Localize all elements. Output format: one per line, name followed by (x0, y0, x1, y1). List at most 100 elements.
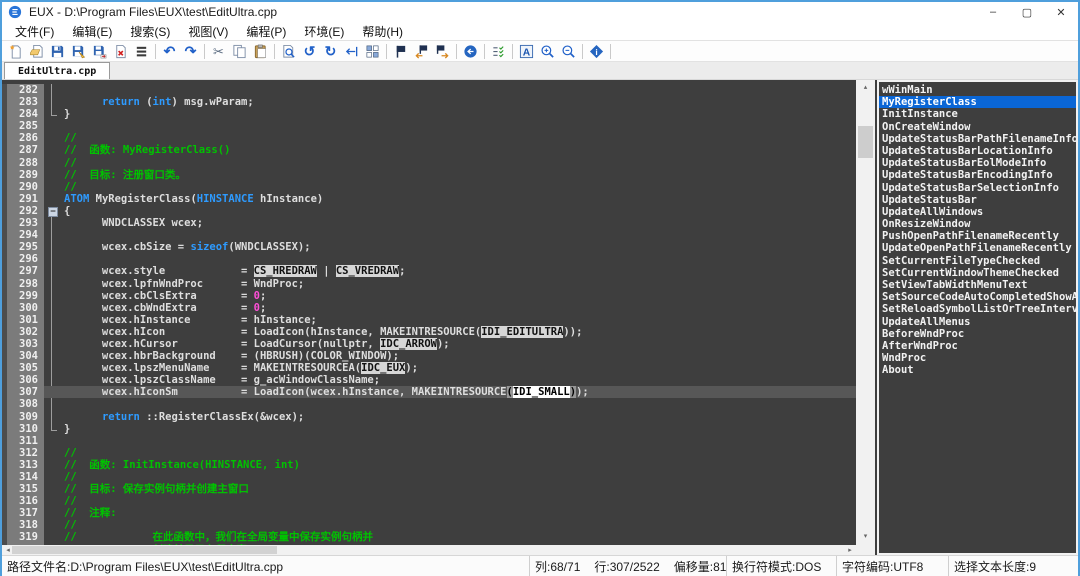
code-line[interactable]: 283 return (int) msg.wParam; (2, 96, 856, 108)
code-line[interactable]: 310} (2, 423, 856, 435)
code-line[interactable]: 317// 注释: (2, 507, 856, 519)
horizontal-scroll-thumb[interactable] (12, 546, 277, 554)
function-list-item[interactable]: wWinMain (879, 84, 1076, 96)
menu-view[interactable]: 视图(V) (179, 22, 237, 40)
code-line[interactable]: 289// 目标: 注册窗口类。 (2, 169, 856, 181)
code-line[interactable]: 303 wcex.hCursor = LoadCursor(nullptr, I… (2, 338, 856, 350)
view-line-endings-button[interactable] (488, 41, 509, 61)
navigate-back-button[interactable] (460, 41, 481, 61)
function-list-item[interactable]: UpdateStatusBarEolModeInfo (879, 157, 1076, 169)
code-line[interactable]: 295 wcex.cbSize = sizeof(WNDCLASSEX); (2, 241, 856, 253)
function-list-item[interactable]: WndProc (879, 352, 1076, 364)
code-line[interactable]: 292{ (2, 205, 856, 217)
code-line[interactable]: 306 wcex.lpszClassName = g_acWindowClass… (2, 374, 856, 386)
undo-button[interactable]: ↶ (159, 41, 180, 61)
function-list-item[interactable]: AfterWndProc (879, 340, 1076, 352)
function-list-item[interactable]: PushOpenPathFilenameRecently (879, 230, 1076, 242)
function-list-item[interactable]: MyRegisterClass (879, 96, 1076, 108)
fold-marker[interactable] (44, 205, 60, 217)
scroll-right-arrow[interactable]: ▸ (844, 545, 856, 555)
function-list-item[interactable]: UpdateStatusBarLocationInfo (879, 145, 1076, 157)
function-list-item[interactable]: SetCurrentFileTypeChecked (879, 255, 1076, 267)
function-list-item[interactable]: OnCreateWindow (879, 121, 1076, 133)
replace-button[interactable] (362, 41, 383, 61)
maximize-button[interactable]: ▢ (1010, 2, 1044, 22)
code-line[interactable]: 312// (2, 447, 856, 459)
go-to-line-button[interactable] (341, 41, 362, 61)
close-file-button[interactable] (110, 41, 131, 61)
cut-button[interactable]: ✂ (208, 41, 229, 61)
syntax-highlighting-button[interactable]: A (516, 41, 537, 61)
zoom-out-button[interactable] (558, 41, 579, 61)
code-area[interactable]: 282283 return (int) msg.wParam;284}28528… (2, 80, 856, 545)
menu-edit[interactable]: 编辑(E) (63, 22, 121, 40)
tab-editultra-cpp[interactable]: EditUltra.cpp (4, 62, 110, 79)
function-list-item[interactable]: InitInstance (879, 108, 1076, 120)
bookmark-previous-button[interactable] (411, 41, 432, 61)
code-line[interactable]: 297 wcex.style = CS_HREDRAW | CS_VREDRAW… (2, 265, 856, 277)
editor-horizontal-scrollbar[interactable]: ◂ ▸ (2, 545, 856, 555)
zoom-in-button[interactable] (537, 41, 558, 61)
code-line[interactable]: 287// 函数: MyRegisterClass() (2, 144, 856, 156)
code-line[interactable]: 316// (2, 495, 856, 507)
code-line[interactable]: 307 wcex.hIconSm = LoadIcon(wcex.hInstan… (2, 386, 856, 398)
code-line[interactable]: 282 (2, 84, 856, 96)
function-list-item[interactable]: About (879, 364, 1076, 376)
about-button[interactable]: i (586, 41, 607, 61)
bookmark-toggle-button[interactable] (390, 41, 411, 61)
code-line[interactable]: 288// (2, 157, 856, 169)
code-line[interactable]: 315// 目标: 保存实例句柄并创建主窗口 (2, 483, 856, 495)
code-line[interactable]: 314// (2, 471, 856, 483)
find-button[interactable] (278, 41, 299, 61)
function-list-item[interactable]: UpdateAllWindows (879, 206, 1076, 218)
menu-help[interactable]: 帮助(H) (353, 22, 412, 40)
save-all-button[interactable] (89, 41, 110, 61)
code-line[interactable]: 308 (2, 398, 856, 410)
function-list-item[interactable]: OnResizeWindow (879, 218, 1076, 230)
save-button[interactable] (47, 41, 68, 61)
editor-vertical-scrollbar[interactable]: ▴ ▾ (856, 80, 875, 555)
function-list-item[interactable]: SetCurrentWindowThemeChecked (879, 267, 1076, 279)
menu-environment[interactable]: 环境(E) (295, 22, 353, 40)
code-line[interactable]: 313// 函数: InitInstance(HINSTANCE, int) (2, 459, 856, 471)
code-line[interactable]: 302 wcex.hIcon = LoadIcon(hInstance, MAK… (2, 326, 856, 338)
scroll-down-arrow[interactable]: ▾ (856, 529, 875, 543)
function-list-item[interactable]: UpdateOpenPathFilenameRecently (879, 242, 1076, 254)
code-line[interactable]: 284} (2, 108, 856, 120)
function-list-item[interactable]: BeforeWndProc (879, 328, 1076, 340)
menu-program[interactable]: 编程(P) (237, 22, 295, 40)
bookmark-next-button[interactable] (432, 41, 453, 61)
copy-button[interactable] (229, 41, 250, 61)
vertical-scroll-thumb[interactable] (858, 126, 873, 158)
code-line[interactable]: 300 wcex.cbWndExtra = 0; (2, 302, 856, 314)
minimize-button[interactable]: – (976, 2, 1010, 22)
code-line[interactable]: 309 return ::RegisterClassEx(&wcex); (2, 411, 856, 423)
code-line[interactable]: 285 (2, 120, 856, 132)
function-list-item[interactable]: UpdateAllMenus (879, 316, 1076, 328)
code-line[interactable]: 299 wcex.cbClsExtra = 0; (2, 290, 856, 302)
find-next-button[interactable]: ↻ (320, 41, 341, 61)
menu-search[interactable]: 搜索(S) (121, 22, 179, 40)
code-line[interactable]: 319// 在此函数中，我们在全局变量中保存实例句柄并 (2, 531, 856, 543)
code-line[interactable]: 291ATOM MyRegisterClass(HINSTANCE hInsta… (2, 193, 856, 205)
code-line[interactable]: 318// (2, 519, 856, 531)
code-line[interactable]: 298 wcex.lpfnWndProc = WndProc; (2, 278, 856, 290)
code-line[interactable]: 286// (2, 132, 856, 144)
function-list-item[interactable]: UpdateStatusBarSelectionInfo (879, 182, 1076, 194)
close-button[interactable]: ✕ (1044, 2, 1078, 22)
code-line[interactable]: 305 wcex.lpszMenuName = MAKEINTRESOURCEA… (2, 362, 856, 374)
new-file-button[interactable] (5, 41, 26, 61)
code-line[interactable]: 296 (2, 253, 856, 265)
function-list-item[interactable]: SetReloadSymbolListOrTreeInterva (879, 303, 1076, 315)
paste-button[interactable] (250, 41, 271, 61)
function-list-item[interactable]: SetSourceCodeAutoCompletedShowAf (879, 291, 1076, 303)
function-list-item[interactable]: UpdateStatusBar (879, 194, 1076, 206)
function-list-item[interactable]: UpdateStatusBarPathFilenameInfo (879, 133, 1076, 145)
menu-file[interactable]: 文件(F) (6, 22, 63, 40)
code-line[interactable]: 304 wcex.hbrBackground = (HBRUSH)(COLOR_… (2, 350, 856, 362)
code-line[interactable]: 290// (2, 181, 856, 193)
redo-button[interactable]: ↷ (180, 41, 201, 61)
code-line[interactable]: 293 WNDCLASSEX wcex; (2, 217, 856, 229)
code-line[interactable]: 301 wcex.hInstance = hInstance; (2, 314, 856, 326)
save-as-button[interactable] (68, 41, 89, 61)
